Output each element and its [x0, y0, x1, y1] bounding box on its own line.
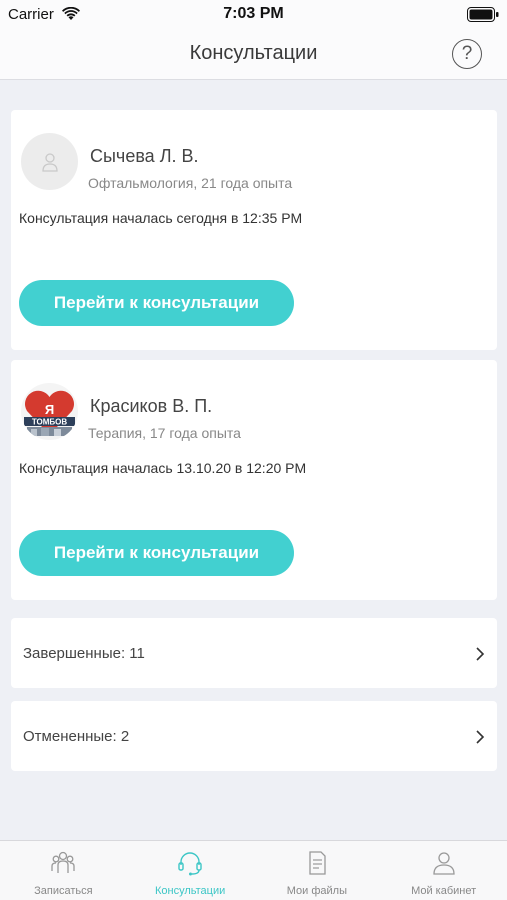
doctor-specialty: Терапия, 17 года опыта: [88, 425, 241, 441]
doctor-name: Сычева Л. В.: [90, 146, 199, 166]
tab-my-account[interactable]: Мой кабинет: [380, 841, 507, 900]
tab-label: Мой кабинет: [411, 885, 477, 897]
consultation-card: Я ТОМБОВ Красиков В. П. Терапия, 17 года…: [11, 360, 497, 600]
consultation-card: Сычева Л. В. Офтальмология, 21 года опыт…: [11, 110, 497, 350]
navigation-bar: Консультации ?: [0, 30, 507, 80]
avatar: Я ТОМБОВ: [21, 383, 78, 440]
doctor-name: Красиков В. П.: [90, 396, 213, 416]
go-to-consultation-button[interactable]: Перейти к консультации: [19, 280, 294, 326]
completed-consultations-row[interactable]: Завершенные: 11: [11, 618, 497, 688]
user-icon: [432, 852, 455, 875]
cancelled-consultations-row[interactable]: Отмененные: 2: [11, 701, 497, 771]
tab-label: Консультации: [154, 885, 226, 897]
tab-my-files[interactable]: Мои файлы: [254, 841, 381, 900]
completed-label: Завершенные: 11: [23, 645, 145, 662]
group-icon: [51, 851, 76, 873]
headset-icon: [178, 852, 202, 876]
cancelled-label: Отмененные: 2: [23, 728, 130, 745]
page-title: Консультации: [189, 42, 318, 64]
document-icon: [309, 851, 326, 875]
clock: 7:03 PM: [223, 5, 284, 22]
doctor-specialty: Офтальмология, 21 года опыта: [88, 175, 293, 191]
help-button[interactable]: ?: [452, 39, 482, 69]
chevron-right-icon: [476, 647, 485, 661]
consultation-status: Консультация началась сегодня в 12:35 PM: [19, 210, 303, 226]
chevron-right-icon: [476, 730, 485, 744]
tab-bar: Записаться Консультации Мои файлы Мой ка…: [0, 840, 507, 900]
avatar-logo-letter: Я: [45, 402, 54, 417]
consultation-status: Консультация началась 13.10.20 в 12:20 P…: [19, 460, 307, 476]
battery-icon: [467, 7, 499, 22]
person-placeholder-icon: [41, 152, 58, 172]
tab-book[interactable]: Записаться: [0, 841, 127, 900]
tab-label: Мои файлы: [286, 885, 347, 897]
tab-label: Записаться: [34, 885, 93, 897]
question-mark-icon: ?: [461, 43, 473, 64]
tab-consultations[interactable]: Консультации: [127, 841, 254, 900]
status-bar: Carrier 7:03 PM: [0, 0, 507, 30]
doctor-photo: Я ТОМБОВ: [21, 383, 78, 440]
avatar-logo-caption: ТОМБОВ: [32, 418, 68, 427]
avatar: [21, 133, 78, 190]
go-to-consultation-button[interactable]: Перейти к консультации: [19, 530, 294, 576]
